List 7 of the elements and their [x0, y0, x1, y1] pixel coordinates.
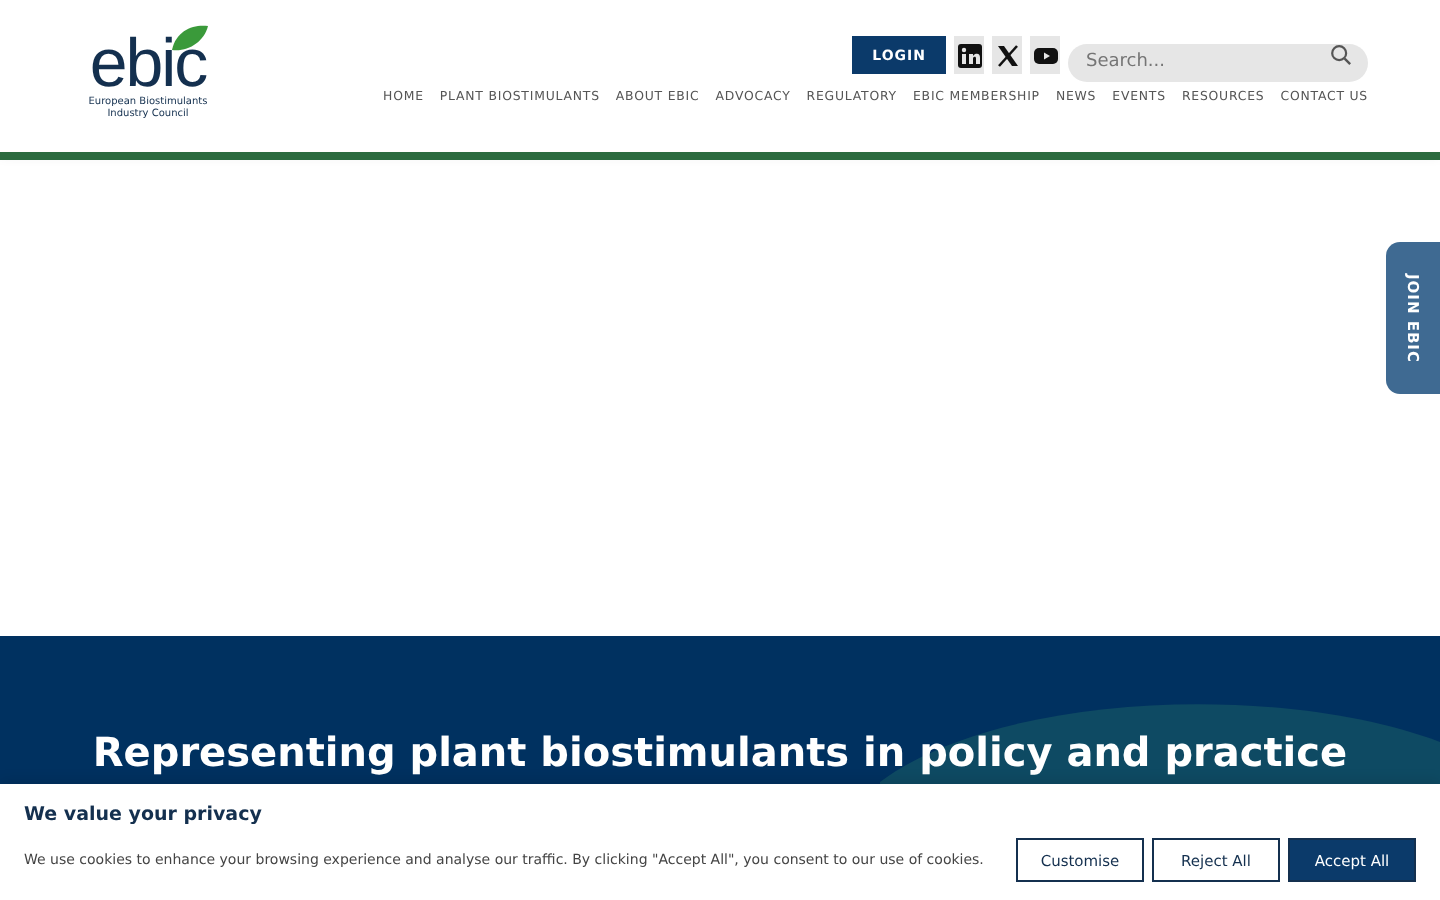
hero-title: Representing plant biostimulants in policy and practice — [92, 728, 1348, 780]
linkedin-icon[interactable] — [954, 36, 984, 74]
search-field[interactable]: Search... — [1068, 43, 1368, 81]
x-logo-icon[interactable] — [992, 36, 1022, 74]
search-icon[interactable] — [1330, 44, 1352, 66]
play-button-icon[interactable] — [1030, 36, 1060, 74]
cookie-title: We value your privacy — [24, 804, 264, 826]
